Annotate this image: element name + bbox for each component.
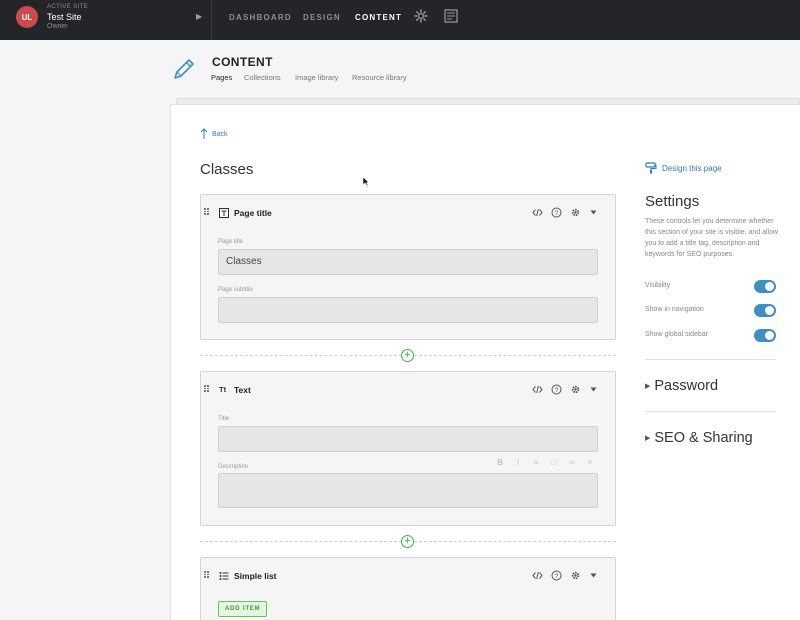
- list-icon: [219, 572, 229, 580]
- caret-right-icon: ▶: [645, 435, 651, 442]
- show-global-sidebar-toggle[interactable]: [754, 329, 776, 342]
- design-this-page-link[interactable]: Design this page: [645, 162, 722, 174]
- description-editor[interactable]: [218, 473, 598, 508]
- help-icon[interactable]: ?: [551, 207, 562, 218]
- active-site-switcher[interactable]: UL ACTIVE SITE Test Site Owner ▶: [0, 0, 212, 40]
- password-section-toggle[interactable]: ▶ Password: [645, 378, 718, 394]
- section-text: Tt Text ? Title Description B I ≡ □ ∞ ×: [200, 371, 616, 526]
- tab-collections[interactable]: Collections: [244, 73, 281, 82]
- settings-gear-icon[interactable]: [570, 384, 581, 395]
- text-type-icon: Tt: [219, 385, 227, 394]
- caret-down-icon[interactable]: [589, 208, 598, 217]
- svg-text:?: ?: [555, 573, 559, 580]
- visibility-label: Visibility: [645, 282, 671, 289]
- nav-dashboard[interactable]: DASHBOARD: [229, 13, 292, 22]
- svg-text:?: ?: [555, 210, 559, 217]
- section-title: Text: [234, 385, 251, 395]
- add-section-button[interactable]: +: [401, 535, 414, 548]
- tab-image-library[interactable]: Image library: [295, 73, 338, 82]
- seo-sharing-section-toggle[interactable]: ▶ SEO & Sharing: [645, 430, 753, 446]
- play-arrow-icon[interactable]: ▶: [196, 12, 202, 21]
- caret-down-icon[interactable]: [589, 571, 598, 580]
- settings-gear-icon[interactable]: [570, 570, 581, 581]
- site-avatar: UL: [16, 6, 38, 28]
- code-icon[interactable]: [532, 207, 543, 218]
- sitemap-icon[interactable]: [444, 9, 458, 23]
- arrow-up-icon: [200, 128, 208, 139]
- settings-title: Settings: [645, 193, 700, 210]
- page-heading: Classes: [200, 161, 254, 178]
- section-title: Page title: [234, 208, 272, 218]
- show-in-navigation-label: Show in navigation: [645, 306, 704, 313]
- show-global-sidebar-label: Show global sidebar: [645, 331, 709, 338]
- code-icon[interactable]: [532, 384, 543, 395]
- add-section-button[interactable]: +: [401, 349, 414, 362]
- tab-resource-library[interactable]: Resource library: [352, 73, 407, 82]
- design-link-label: Design this page: [662, 163, 722, 173]
- nav-design[interactable]: DESIGN: [303, 13, 341, 22]
- drag-handle-icon[interactable]: [204, 208, 209, 215]
- add-item-button[interactable]: ADD ITEM: [218, 601, 268, 617]
- sidebar-divider: [645, 411, 776, 412]
- svg-text:?: ?: [555, 387, 559, 394]
- visibility-toggle[interactable]: [754, 280, 776, 293]
- title-icon: [219, 208, 229, 218]
- site-name: Test Site: [47, 12, 82, 22]
- settings-description: These controls let you determine whether…: [645, 218, 779, 258]
- help-icon[interactable]: ?: [551, 384, 562, 395]
- section-tools: ?: [532, 570, 598, 581]
- site-role: Owner: [47, 23, 68, 30]
- active-site-label: ACTIVE SITE: [47, 4, 89, 10]
- editor-panel: [170, 104, 800, 620]
- show-in-navigation-row: Show in navigation: [645, 304, 776, 318]
- settings-gear-icon[interactable]: [570, 207, 581, 218]
- caret-right-icon: ▶: [645, 383, 651, 390]
- title-label: Title: [218, 416, 230, 422]
- nav-content[interactable]: CONTENT: [355, 13, 402, 22]
- drag-handle-icon[interactable]: [204, 385, 209, 392]
- unlink-icon[interactable]: ×: [585, 458, 595, 467]
- mouse-cursor-icon: [362, 176, 370, 187]
- drag-handle-icon[interactable]: [204, 571, 209, 578]
- bullet-list-icon[interactable]: ≡: [531, 458, 541, 467]
- password-label: Password: [654, 378, 719, 394]
- section-simple-list: Simple list ? ADD ITEM: [200, 557, 616, 620]
- gear-icon[interactable]: [414, 9, 428, 23]
- section-tools: ?: [532, 207, 598, 218]
- description-label: Description: [218, 464, 249, 470]
- link-icon[interactable]: ∞: [567, 458, 577, 467]
- paint-roller-icon: [645, 162, 657, 174]
- content-title: CONTENT: [212, 55, 273, 69]
- page-title-input[interactable]: Classes: [218, 249, 598, 275]
- pencil-icon: [174, 59, 194, 79]
- code-icon[interactable]: [532, 570, 543, 581]
- section-page-title: Page title ? Page title Classes Page sub…: [200, 194, 616, 340]
- section-title: Simple list: [234, 571, 277, 581]
- tab-pages[interactable]: Pages: [211, 73, 232, 82]
- sidebar-divider: [645, 359, 776, 360]
- rich-text-toolbar: B I ≡ □ ∞ ×: [495, 458, 595, 467]
- page-subtitle-input[interactable]: [218, 297, 598, 323]
- back-label: Back: [212, 130, 228, 138]
- help-icon[interactable]: ?: [551, 570, 562, 581]
- back-link[interactable]: Back: [200, 128, 228, 140]
- visibility-toggle-row: Visibility: [645, 280, 776, 294]
- show-global-sidebar-row: Show global sidebar: [645, 329, 776, 343]
- section-tools: ?: [532, 384, 598, 395]
- title-input[interactable]: [218, 426, 598, 452]
- show-in-navigation-toggle[interactable]: [754, 304, 776, 317]
- italic-icon[interactable]: I: [513, 458, 523, 467]
- quote-icon[interactable]: □: [549, 458, 559, 467]
- caret-down-icon[interactable]: [589, 385, 598, 394]
- bold-icon[interactable]: B: [495, 458, 505, 467]
- top-navigation-bar: UL ACTIVE SITE Test Site Owner ▶ DASHBOA…: [0, 0, 800, 40]
- page-subtitle-label: Page subtitle: [218, 287, 253, 293]
- page-title-label: Page title: [218, 239, 244, 245]
- seo-sharing-label: SEO & Sharing: [654, 430, 753, 446]
